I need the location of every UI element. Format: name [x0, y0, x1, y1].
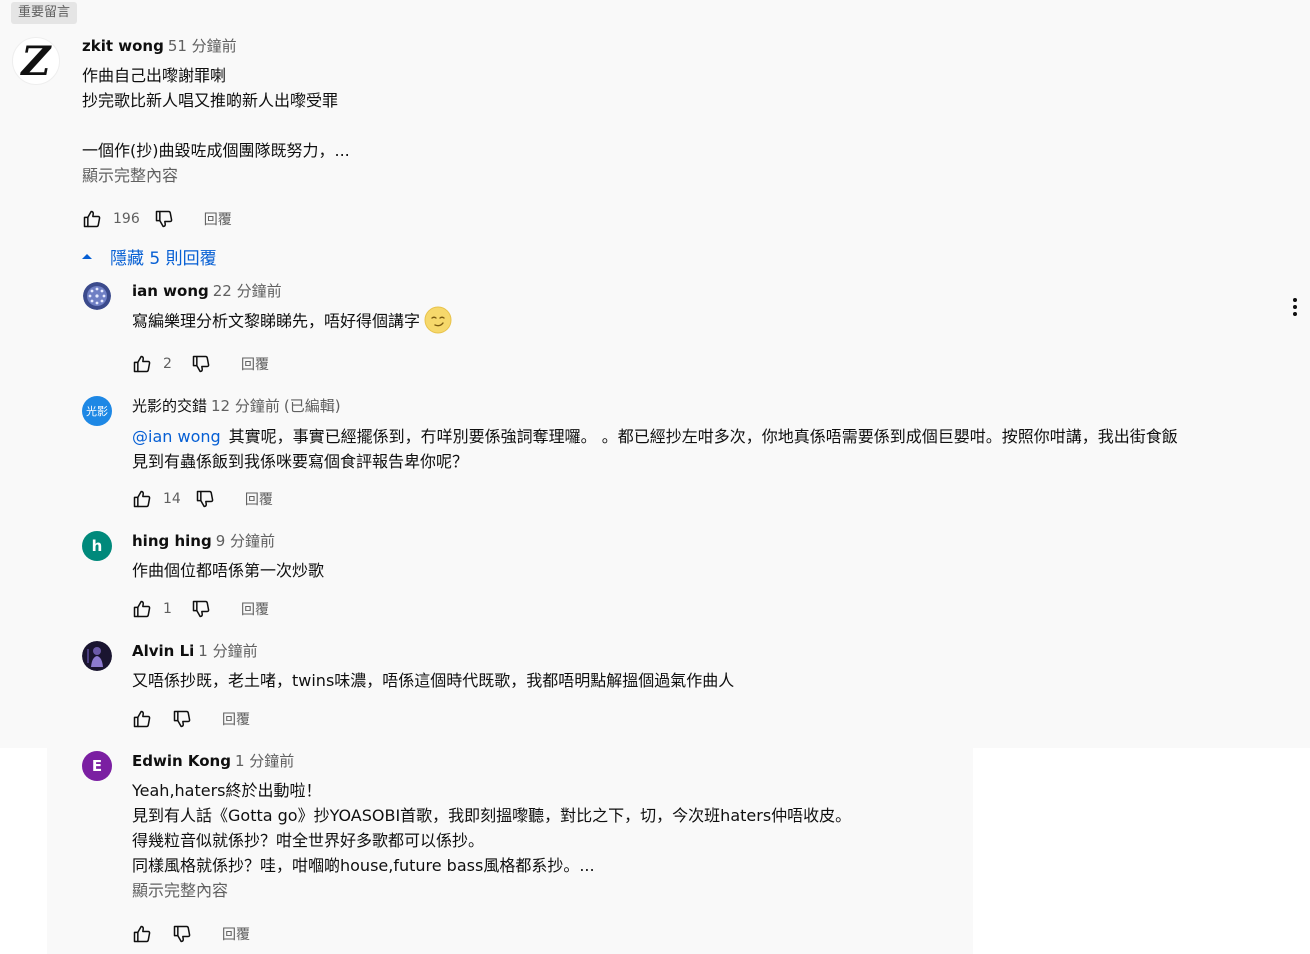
like-count: 1: [163, 601, 172, 617]
reply-button[interactable]: 回覆: [241, 354, 269, 374]
reply-author[interactable]: hing hing: [132, 532, 212, 550]
hide-replies-button[interactable]: 隱藏 5 則回覆: [80, 244, 217, 269]
reply-line: 見到有蟲係飯到我係咪要寫個食評報告卑你呢？: [132, 452, 469, 471]
comment-time[interactable]: 51 分鐘前: [168, 37, 237, 55]
avatar-ian-wong[interactable]: [83, 282, 111, 310]
reply-time[interactable]: 22 分鐘前: [213, 282, 282, 300]
pinned-comment-chip: 重要留言: [11, 2, 78, 24]
comment-author[interactable]: zkit wong: [82, 37, 164, 55]
like-count: 14: [163, 491, 181, 507]
reply-header: ian wong 22 分鐘前: [132, 281, 282, 301]
like-icon[interactable]: [132, 709, 152, 729]
show-more-link[interactable]: 顯示完整內容: [132, 878, 851, 903]
reply-line: 得幾粒音似就係抄？咁全世界好多歌都可以係抄。: [132, 831, 485, 850]
reply-header: hing hing 9 分鐘前: [132, 531, 275, 551]
reply-time[interactable]: 1 分鐘前: [235, 752, 294, 770]
avatar-alvin-li[interactable]: [82, 641, 112, 671]
avatar-hing-hing[interactable]: h: [82, 531, 112, 561]
edited-label: (已編輯): [283, 397, 341, 415]
reply-time[interactable]: 9 分鐘前: [216, 532, 275, 550]
reply-actions: 回覆: [132, 707, 250, 731]
reply-line: 又唔係抄既，老土啫，twins味濃，唔係這個時代既歌，我都唔明點解搵個過氣作曲人: [132, 671, 735, 690]
comment-body: 作曲自己出嚟謝罪喇 抄完歌比新人唱又推啲新人出嚟受罪 一個作(抄)曲毀咗成個團隊…: [82, 63, 350, 188]
avatar-text: 光影: [86, 405, 108, 418]
comment-line: 一個作(抄)曲毀咗成個團隊既努力，...: [82, 141, 350, 160]
caret-up-icon: [82, 254, 92, 259]
comment-line-blank: [82, 113, 350, 138]
show-more-link[interactable]: 顯示完整內容: [82, 163, 350, 188]
reply-body: @ian wong 其實呢，事實已經擺係到，冇咩別要係強詞奪理囉。 。都已經抄左咁…: [132, 424, 1178, 474]
reply-author[interactable]: Edwin Kong: [132, 752, 231, 770]
avatar-letter: h: [91, 537, 103, 555]
like-icon[interactable]: [132, 354, 152, 374]
like-count: 2: [163, 356, 172, 372]
like-icon[interactable]: [132, 489, 152, 509]
dislike-icon[interactable]: [191, 599, 211, 619]
reply-line: 其實呢，事實已經擺係到，冇咩別要係強詞奪理囉。 。都已經抄左咁多次，你地真係唔需…: [228, 427, 1178, 446]
reply-time[interactable]: 12 分鐘前: [211, 397, 280, 415]
comment-actions: 196 回覆: [82, 207, 232, 231]
reply-actions: 回覆: [132, 922, 250, 946]
reply-button[interactable]: 回覆: [245, 489, 273, 509]
reply-line: 見到有人話《Gotta go》抄YOASOBI首歌，我即刻搵嚟聽，對比之下，切，…: [132, 806, 852, 825]
avatar-guang-ying[interactable]: 光影: [82, 396, 112, 426]
reply-body: 寫編樂理分析文黎睇睇先，唔好得個講字: [132, 306, 452, 336]
more-actions-icon[interactable]: [1285, 295, 1305, 319]
reply-body: Yeah,haters終於出動啦！ 見到有人話《Gotta go》抄YOASOB…: [132, 778, 851, 903]
like-icon[interactable]: [132, 924, 152, 944]
avatar-letter: E: [91, 757, 103, 775]
reply-header: 光影的交錯 12 分鐘前 (已編輯): [132, 396, 341, 416]
reply-time[interactable]: 1 分鐘前: [198, 642, 257, 660]
comment-line: 作曲自己出嚟謝罪喇: [82, 66, 227, 85]
like-icon[interactable]: [132, 599, 152, 619]
reply-button[interactable]: 回覆: [222, 924, 250, 944]
reply-actions: 2 回覆: [132, 352, 269, 376]
reply-actions: 1 回覆: [132, 597, 269, 621]
dislike-icon[interactable]: [172, 709, 192, 729]
hide-replies-label: 隱藏 5 則回覆: [110, 248, 217, 269]
reply-line: 同樣風格就係抄？哇，咁嗰啲house,future bass風格都系抄。...: [132, 856, 595, 875]
like-count: 196: [113, 211, 140, 227]
avatar-edwin-kong[interactable]: E: [82, 751, 112, 781]
dislike-icon[interactable]: [191, 354, 211, 374]
dislike-icon[interactable]: [154, 209, 174, 229]
reply-actions: 14 回覆: [132, 487, 273, 511]
reply-author[interactable]: ian wong: [132, 282, 209, 300]
reply-line: 作曲個位都唔係第一次炒歌: [132, 561, 325, 580]
comment-line: 抄完歌比新人唱又推啲新人出嚟受罪: [82, 91, 339, 110]
mention-link[interactable]: @ian wong: [132, 427, 221, 446]
reply-author[interactable]: Alvin Li: [132, 642, 194, 660]
like-icon[interactable]: [82, 209, 102, 229]
reply-button[interactable]: 回覆: [204, 209, 232, 229]
reply-button[interactable]: 回覆: [222, 709, 250, 729]
avatar-zkit-wong[interactable]: Z: [12, 37, 60, 85]
reply-line: 寫編樂理分析文黎睇睇先，唔好得個講字: [132, 311, 421, 331]
reply-line: Yeah,haters終於出動啦！: [132, 781, 322, 800]
comment-header: zkit wong 51 分鐘前: [82, 36, 237, 56]
reply-header: Alvin Li 1 分鐘前: [132, 641, 258, 661]
avatar-letter: Z: [19, 38, 52, 84]
dislike-icon[interactable]: [195, 489, 215, 509]
reply-header: Edwin Kong 1 分鐘前: [132, 751, 294, 771]
smirk-face-emoji-icon: [424, 306, 452, 334]
reply-button[interactable]: 回覆: [241, 599, 269, 619]
reply-author[interactable]: 光影的交錯: [132, 397, 207, 415]
dislike-icon[interactable]: [172, 924, 192, 944]
